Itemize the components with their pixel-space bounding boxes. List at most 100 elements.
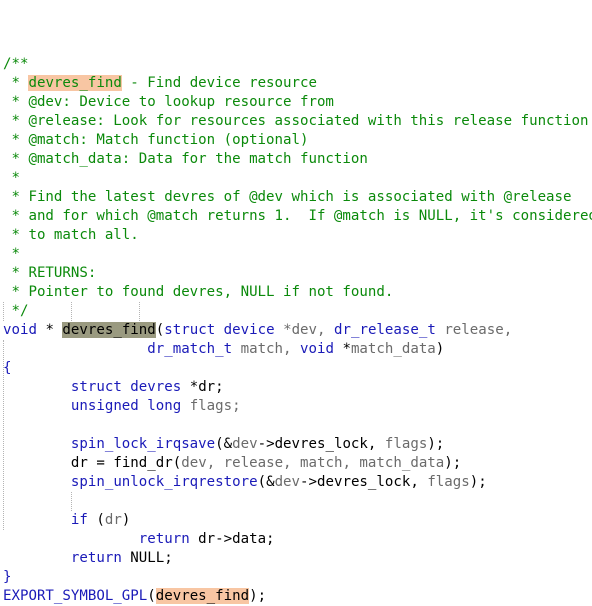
code-token: (: [87, 512, 105, 528]
code-token: *dr;: [189, 379, 224, 395]
code-line: spin_lock_irqsave(&dev->devres_lock, fla…: [3, 435, 592, 454]
code-line: dr = find_dr(dev, release, match, match_…: [3, 454, 592, 473]
code-line: struct devres *dr;: [3, 378, 592, 397]
highlighted-token: devres_find: [28, 75, 122, 91]
code-token: *: [36, 322, 63, 338]
code-token: if: [70, 512, 88, 528]
code-token: *: [333, 341, 351, 357]
code-line: * devres_find - Find device resource: [3, 74, 592, 93]
code-token: *: [3, 170, 20, 186]
code-token: (: [172, 455, 182, 471]
code-token: * Find the latest devres of @dev which i…: [3, 189, 572, 205]
code-token: * to match all.: [3, 227, 139, 243]
code-line: * and for which @match returns 1. If @ma…: [3, 207, 592, 226]
code-token: dev: [274, 474, 301, 490]
code-line: * Find the latest devres of @dev which i…: [3, 188, 592, 207]
code-token: EXPORT_SYMBOL_GPL: [3, 588, 148, 604]
indent-guide: [71, 492, 72, 511]
indent-guide: [3, 302, 4, 321]
code-token: dr =: [70, 455, 114, 471]
code-token: *: [3, 75, 29, 91]
code-token: flags: [384, 436, 428, 452]
code-token: * Pointer to found devres, NULL if not f…: [3, 284, 394, 300]
code-line: /**: [3, 55, 592, 74]
code-line: */: [3, 302, 592, 321]
code-line: * @match: Match function (optional): [3, 131, 592, 150]
code-line: return NULL;: [3, 549, 592, 568]
code-token: (: [147, 588, 156, 604]
code-token: (&: [257, 474, 275, 490]
code-line: * @match_data: Data for the match functi…: [3, 150, 592, 169]
code-token: return: [138, 531, 190, 547]
code-token: flags;: [181, 398, 241, 414]
code-token: flags: [427, 474, 470, 490]
code-token: ->devres_lock,: [300, 474, 428, 490]
code-view[interactable]: /** * devres_find - Find device resource…: [3, 17, 592, 606]
code-line: *: [3, 169, 592, 188]
editor-window: { "editor": { "lines": [ [{"t":"/**","c"…: [0, 0, 592, 604]
code-token: * @dev: Device to lookup resource from: [3, 94, 334, 110]
code-token: match_data: [350, 341, 436, 357]
code-token: * @release: Look for resources associate…: [3, 113, 589, 129]
code-token: * RETURNS:: [3, 265, 97, 281]
code-token: );: [427, 436, 445, 452]
code-line: void * devres_find(struct device *dev, d…: [3, 321, 592, 340]
code-line: * to match all.: [3, 226, 592, 245]
code-token: release,: [435, 322, 513, 338]
code-token: );: [249, 588, 267, 604]
code-token: );: [444, 455, 462, 471]
code-line: {: [3, 359, 592, 378]
code-token: dr_release_t: [334, 322, 436, 338]
code-token: device: [215, 322, 284, 338]
code-line: dr_match_t match, void *match_data): [3, 340, 592, 359]
code-token: spin_lock_irqsave: [70, 436, 216, 452]
code-line: * @dev: Device to lookup resource from: [3, 93, 592, 112]
indent-guide: [3, 340, 4, 530]
code-token: - Find device resource: [121, 75, 317, 91]
indent-guide: [71, 302, 72, 321]
code-token: (: [155, 322, 165, 338]
code-token: ): [435, 341, 445, 357]
code-token: spin_unlock_irqrestore: [70, 474, 258, 490]
code-token: struct: [70, 379, 122, 395]
code-token: void: [3, 322, 37, 338]
code-line: spin_unlock_irqrestore(&dev->devres_lock…: [3, 473, 592, 492]
highlighted-token: devres_find: [62, 322, 156, 338]
code-line: * @release: Look for resources associate…: [3, 112, 592, 131]
code-line: * Pointer to found devres, NULL if not f…: [3, 283, 592, 302]
code-token: NULL;: [121, 550, 173, 566]
code-token: */: [3, 303, 29, 319]
code-token: void: [300, 341, 334, 357]
code-token: *: [3, 246, 20, 262]
code-line: }: [3, 568, 592, 587]
code-token: );: [469, 474, 487, 490]
code-token: ->devres_lock,: [257, 436, 385, 452]
code-token: ): [121, 512, 131, 528]
code-token: * @match_data: Data for the match functi…: [3, 151, 368, 167]
code-token: devres: [121, 379, 190, 395]
code-line: return dr->data;: [3, 530, 592, 549]
code-line: EXPORT_SYMBOL_GPL(devres_find);: [3, 587, 592, 606]
code-token: dev, release, match, match_data: [181, 455, 445, 471]
code-token: /**: [3, 56, 29, 72]
code-token: dr->data;: [189, 531, 275, 547]
code-token: return: [70, 550, 122, 566]
code-line: *: [3, 245, 592, 264]
code-token: *dev,: [283, 322, 334, 338]
code-line: * RETURNS:: [3, 264, 592, 283]
highlighted-token: devres_find: [155, 588, 250, 604]
code-token: struct: [164, 322, 216, 338]
code-token: {: [3, 360, 12, 376]
code-token: find_dr: [113, 455, 173, 471]
code-line: if (dr): [3, 511, 592, 530]
code-token: match,: [232, 341, 300, 357]
